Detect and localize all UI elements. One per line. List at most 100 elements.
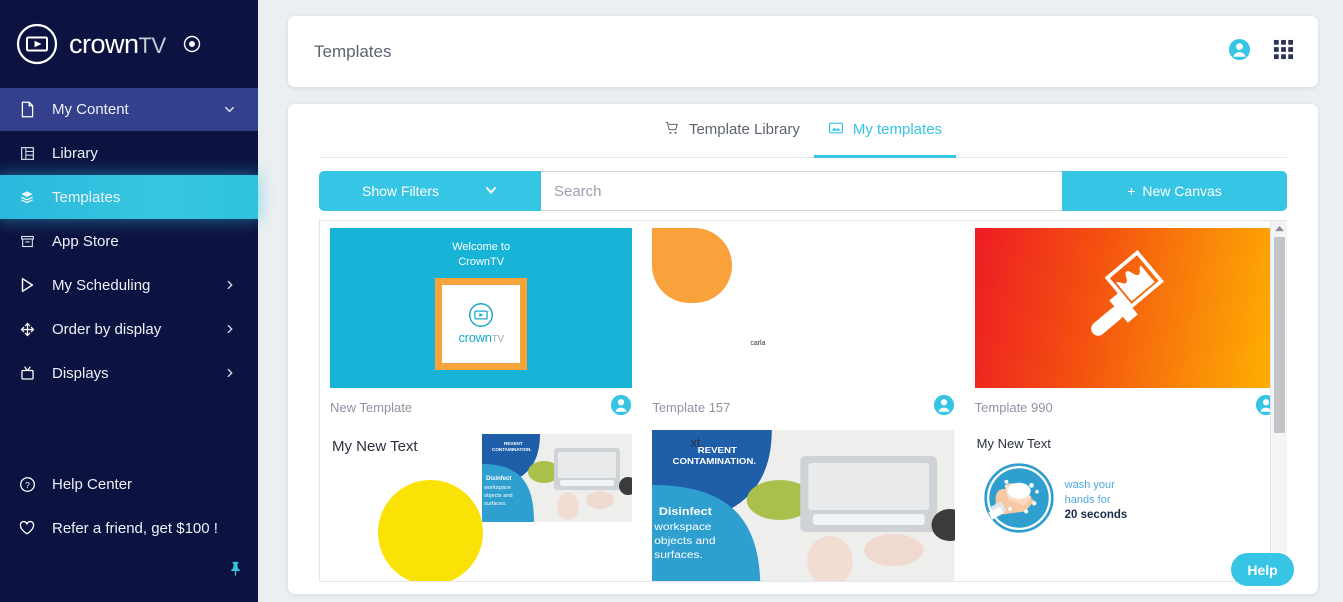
svg-text:CONTAMINATION.: CONTAMINATION.: [492, 447, 532, 452]
chevron-down-icon: [484, 183, 498, 200]
handwash-line-2: hands for: [1064, 493, 1111, 506]
template-card[interactable]: REVENT CONTAMINATION. Disinfect workspac…: [642, 423, 964, 581]
template-card-footer: Template 990: [975, 388, 1277, 423]
chevron-right-icon: [224, 367, 236, 379]
sidebar-item-label: My Scheduling: [52, 276, 151, 294]
new-canvas-button[interactable]: + New Canvas: [1062, 171, 1287, 211]
new-canvas-label: New Canvas: [1142, 183, 1222, 199]
svg-text:surfaces.: surfaces.: [484, 501, 507, 507]
handwash-graphic: wash your hands for 20 seconds: [983, 462, 1127, 539]
templates-grid-container: Welcome to CrownTV crownTV New Template …: [319, 220, 1287, 582]
thumbnail-heading: My New Text: [976, 436, 1051, 451]
filter-toolbar: Show Filters + New Canvas: [319, 171, 1287, 211]
svg-text:workspace: workspace: [483, 485, 511, 491]
svg-text:CONTAMINATION.: CONTAMINATION.: [673, 457, 757, 466]
sidebar-nav: My Content Library Templates App Store M…: [0, 88, 258, 395]
welcome-line-2: CrownTV: [458, 255, 505, 268]
template-card[interactable]: My New Text: [320, 423, 642, 581]
template-thumbnail[interactable]: carla: [652, 228, 955, 388]
paintbrush-icon: [1062, 249, 1190, 367]
brand-logo[interactable]: crownTV: [0, 0, 258, 88]
template-name: Template 990: [974, 400, 1053, 415]
logo-text-suffix: TV: [491, 334, 504, 346]
tab-label: My templates: [852, 121, 943, 138]
svg-text:surfaces.: surfaces.: [655, 550, 704, 561]
user-avatar-icon[interactable]: [610, 394, 632, 421]
user-avatar-icon[interactable]: [933, 394, 955, 421]
logo-text-main: crown: [458, 330, 492, 346]
template-thumbnail[interactable]: Welcome to CrownTV crownTV: [330, 228, 633, 388]
main-content: Templates Template Library My templates …: [258, 0, 1343, 602]
sidebar-bottom-nav: ? Help Center Refer a friend, get $100 !: [0, 462, 258, 602]
svg-text:objects and: objects and: [484, 493, 513, 499]
sidebar-item-app-store[interactable]: App Store: [0, 219, 258, 263]
templates-panel: Template Library My templates Show Filte…: [288, 104, 1318, 594]
help-button[interactable]: Help: [1231, 553, 1294, 586]
template-thumbnail[interactable]: REVENT CONTAMINATION. Disinfect workspac…: [652, 430, 955, 581]
tv-icon: [16, 362, 38, 384]
handwash-line-1: wash your: [1064, 478, 1115, 491]
template-card-footer: New Template: [330, 388, 632, 423]
sidebar-item-templates[interactable]: Templates: [0, 175, 258, 219]
template-thumbnail[interactable]: My New Text: [330, 430, 633, 581]
svg-text:workspace: workspace: [654, 522, 712, 533]
svg-text:Disinfect: Disinfect: [659, 505, 712, 518]
thumbnail-text: carla: [750, 340, 766, 347]
orange-blob-shape: [652, 228, 733, 303]
thumbnail-welcome-text: Welcome to CrownTV: [330, 228, 632, 270]
play-triangle-icon: [16, 274, 38, 296]
brand-name-main: crown: [69, 28, 139, 59]
sidebar-item-library[interactable]: Library: [0, 131, 258, 175]
sidebar-item-my-content[interactable]: My Content: [0, 88, 258, 131]
app-root: crownTV My Content Library Templates App…: [0, 0, 1343, 602]
plus-icon: +: [1127, 183, 1136, 199]
sidebar-item-order-by-display[interactable]: Order by display: [0, 307, 258, 351]
tab-template-library[interactable]: Template Library: [650, 104, 814, 158]
scrollbar-thumb[interactable]: [1274, 237, 1285, 433]
template-card[interactable]: carla Template 157: [642, 221, 964, 423]
show-filters-label: Show Filters: [361, 183, 440, 199]
chevron-right-icon: [224, 279, 236, 291]
tab-my-templates[interactable]: My templates: [813, 104, 957, 158]
show-filters-button[interactable]: Show Filters: [319, 171, 541, 211]
svg-text:REVENT: REVENT: [698, 446, 738, 455]
sidebar-item-help-center[interactable]: ? Help Center: [0, 462, 258, 506]
crowntv-circle-play-icon: [469, 303, 494, 328]
sidebar-item-label: Order by display: [52, 320, 162, 338]
apps-grid-icon[interactable]: [1273, 39, 1294, 65]
svg-text:objects and: objects and: [655, 536, 716, 547]
sidebar: crownTV My Content Library Templates App…: [0, 0, 258, 602]
svg-text:Disinfect: Disinfect: [486, 476, 511, 482]
thumbnail-logo-frame: crownTV: [435, 277, 528, 370]
pin-icon[interactable]: [227, 560, 244, 582]
sidebar-item-label: Displays: [52, 364, 109, 382]
scroll-up-arrow-icon[interactable]: [1271, 221, 1287, 235]
template-card[interactable]: Welcome to CrownTV crownTV New Template: [320, 221, 642, 423]
user-avatar-icon[interactable]: [1228, 38, 1251, 66]
chevron-right-icon: [224, 323, 236, 335]
chevron-down-icon: [223, 103, 236, 116]
tab-label: Template Library: [688, 121, 800, 138]
sidebar-item-label: Refer a friend, get $100 !: [52, 519, 218, 537]
sidebar-item-refer-a-friend[interactable]: Refer a friend, get $100 !: [0, 506, 258, 550]
template-card-footer: Template 157: [652, 388, 954, 423]
page-header: Templates: [288, 16, 1318, 87]
vertical-scrollbar[interactable]: [1270, 221, 1287, 581]
heart-icon: [16, 517, 38, 539]
sidebar-item-displays[interactable]: Displays: [0, 351, 258, 395]
image-icon: [828, 120, 844, 140]
template-name: Template 157: [652, 400, 731, 415]
question-circle-icon: ?: [16, 473, 38, 495]
sidebar-item-my-scheduling[interactable]: My Scheduling: [0, 263, 258, 307]
thumbnail-heading: xt: [690, 435, 701, 450]
template-card[interactable]: Template 990: [965, 221, 1287, 423]
template-thumbnail[interactable]: [974, 228, 1277, 388]
yellow-circle-shape: [378, 480, 483, 581]
template-thumbnail[interactable]: My New Text: [974, 430, 1277, 581]
washing-hands-icon: [983, 462, 1055, 539]
brand-name: crownTV: [69, 29, 166, 60]
search-input[interactable]: [541, 171, 1062, 211]
record-target-icon: [183, 35, 201, 53]
template-name: New Template: [330, 400, 413, 415]
